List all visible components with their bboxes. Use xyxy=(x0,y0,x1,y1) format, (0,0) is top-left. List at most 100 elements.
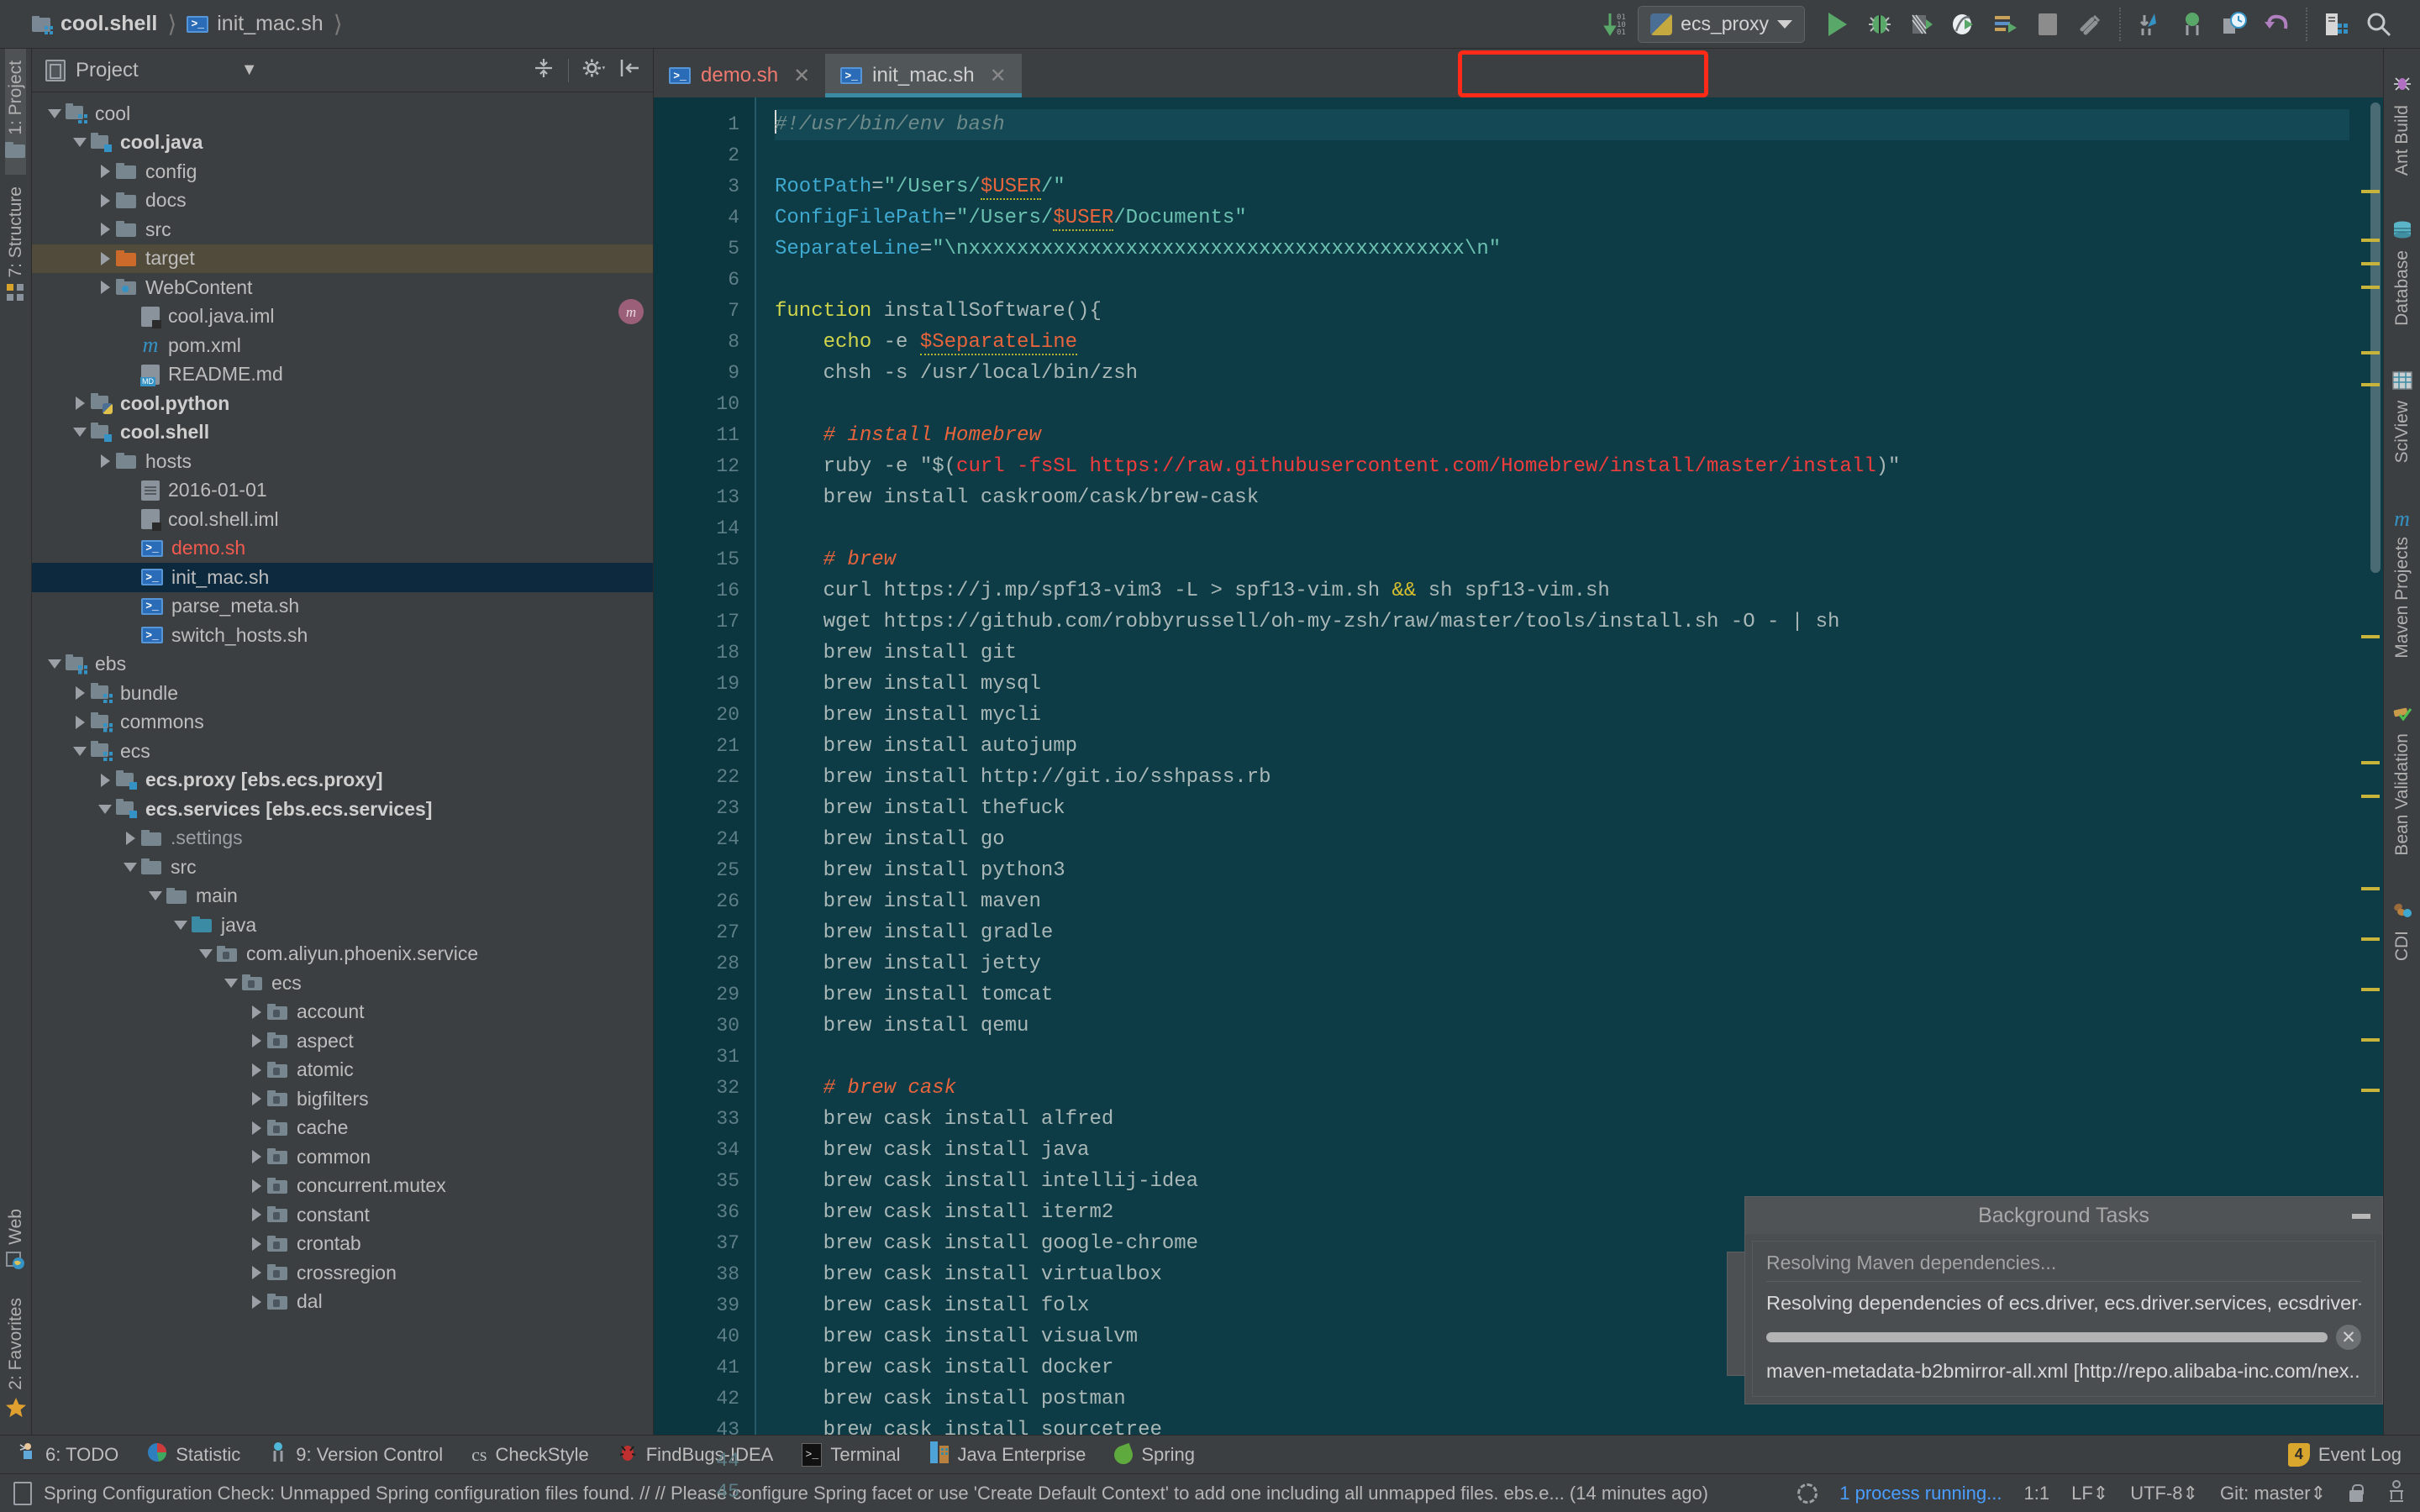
tree-twisty[interactable] xyxy=(245,1005,267,1019)
tree-twisty[interactable] xyxy=(245,1237,267,1251)
code-line[interactable] xyxy=(775,1042,2349,1073)
code-line[interactable]: SeparateLine="\nxxxxxxxxxxxxxxxxxxxxxxxx… xyxy=(775,234,2349,265)
tree-node[interactable]: README.md xyxy=(32,360,653,390)
close-icon[interactable]: ✕ xyxy=(793,64,810,88)
tree-twisty[interactable] xyxy=(245,1121,267,1135)
code-line[interactable]: brew install caskroom/cask/brew-cask xyxy=(775,482,2349,513)
tool-button-java-enterprise[interactable]: Java Enterprise xyxy=(929,1441,1086,1469)
code-line[interactable]: brew install python3 xyxy=(775,855,2349,886)
tree-twisty[interactable] xyxy=(69,747,91,756)
sidebar-item-project[interactable]: 1: Project xyxy=(5,49,26,175)
tree-node[interactable]: 2016-01-01 xyxy=(32,476,653,506)
code-line[interactable]: brew install go xyxy=(775,824,2349,855)
tree-node[interactable]: src xyxy=(32,853,653,882)
tree-twisty[interactable] xyxy=(220,979,242,988)
tree-twisty[interactable] xyxy=(245,1092,267,1105)
code-line[interactable] xyxy=(775,513,2349,544)
tree-node[interactable]: cool.python xyxy=(32,389,653,418)
sidebar-item-structure[interactable]: 7: Structure xyxy=(6,175,26,319)
code-line[interactable]: curl https://j.mp/spf13-vim3 -L > spf13-… xyxy=(775,575,2349,606)
tree-node[interactable]: ecs.proxy [ebs.ecs.proxy] xyxy=(32,766,653,795)
chevron-down-icon[interactable]: ▼ xyxy=(241,60,258,80)
code-line[interactable]: ConfigFilePath="/Users/$USER/Documents" xyxy=(775,202,2349,234)
tool-button-terminal[interactable]: >_ Terminal xyxy=(802,1443,900,1467)
code-line[interactable]: echo -e $SeparateLine xyxy=(775,327,2349,358)
code-line[interactable]: #!/usr/bin/env bash xyxy=(775,109,2349,140)
tree-twisty[interactable] xyxy=(245,1208,267,1221)
tree-node[interactable]: main xyxy=(32,882,653,911)
code-line[interactable]: brew install autojump xyxy=(775,731,2349,762)
tree-twisty[interactable] xyxy=(245,1034,267,1047)
tree-twisty[interactable] xyxy=(94,223,116,236)
tree-twisty[interactable] xyxy=(170,921,192,930)
read-only-lock-icon[interactable] xyxy=(2348,1483,2365,1504)
minimize-icon[interactable] xyxy=(2352,1214,2370,1219)
sidebar-item-bean-validation[interactable]: Bean Validation xyxy=(2392,692,2412,868)
tree-node[interactable]: cool xyxy=(32,99,653,129)
tree-node[interactable]: >_demo.sh xyxy=(32,534,653,564)
tool-button-spring[interactable]: Spring xyxy=(1114,1444,1195,1466)
tree-node[interactable]: target xyxy=(32,244,653,274)
close-icon[interactable]: ✕ xyxy=(990,64,1007,88)
tree-node[interactable]: ebs xyxy=(32,650,653,680)
tool-button-checkstyle[interactable]: cs CheckStyle xyxy=(471,1444,589,1466)
code-line[interactable]: brew install gradle xyxy=(775,917,2349,948)
tree-twisty[interactable] xyxy=(145,891,166,900)
tree-node[interactable]: common xyxy=(32,1142,653,1172)
tree-node[interactable]: src xyxy=(32,215,653,244)
code-line[interactable]: # install Homebrew xyxy=(775,420,2349,451)
code-line[interactable]: brew cask install alfred xyxy=(775,1104,2349,1135)
function-marker-icon[interactable]: m xyxy=(618,299,644,324)
code-line[interactable]: brew install mysql xyxy=(775,669,2349,700)
tree-node[interactable]: >_init_mac.sh xyxy=(32,563,653,592)
background-tasks-panel[interactable]: Background Tasks Resolving Maven depende… xyxy=(1744,1196,2383,1404)
code-line[interactable]: brew install thefuck xyxy=(775,793,2349,824)
code-editor[interactable]: 123456m789101112131415161718192021222324… xyxy=(654,97,2383,1435)
sidebar-item-favorites[interactable]: 2: Favorites xyxy=(5,1286,27,1435)
tree-twisty[interactable] xyxy=(44,109,66,118)
tree-node[interactable]: crontab xyxy=(32,1230,653,1259)
tree-node[interactable]: java xyxy=(32,911,653,940)
tree-node[interactable]: cache xyxy=(32,1114,653,1143)
tool-button-todo[interactable]: 6: TODO xyxy=(18,1441,118,1468)
tree-twisty[interactable] xyxy=(94,454,116,468)
code-line[interactable]: brew install maven xyxy=(775,886,2349,917)
tree-node[interactable]: commons xyxy=(32,708,653,738)
breadcrumb-item-module[interactable]: cool.shell xyxy=(32,12,157,36)
code-line[interactable]: RootPath="/Users/$USER/" xyxy=(775,171,2349,202)
tree-twisty[interactable] xyxy=(69,396,91,410)
tree-node[interactable]: cool.shell xyxy=(32,418,653,448)
code-line[interactable]: # brew cask xyxy=(775,1073,2349,1104)
caret-position[interactable]: 1:1 xyxy=(2024,1483,2050,1504)
tree-node[interactable]: bigfilters xyxy=(32,1084,653,1114)
tree-node[interactable]: ecs xyxy=(32,737,653,766)
tree-twisty[interactable] xyxy=(94,165,116,178)
code-line[interactable]: brew install git xyxy=(775,638,2349,669)
tree-node[interactable]: WebContent xyxy=(32,273,653,302)
tree-node[interactable]: cool.java xyxy=(32,129,653,158)
tree-node[interactable]: ecs.services [ebs.ecs.services] xyxy=(32,795,653,824)
run-with-console-icon[interactable] xyxy=(1985,4,2027,45)
hide-panel-icon[interactable] xyxy=(619,57,641,83)
collapse-all-icon[interactable] xyxy=(533,57,555,83)
running-process-link[interactable]: 1 process running... xyxy=(1839,1483,2002,1504)
code-line[interactable]: brew cask install sourcetree xyxy=(775,1415,2349,1435)
code-line[interactable]: brew install tomcat xyxy=(775,979,2349,1011)
profile-icon[interactable] xyxy=(1943,4,1985,45)
run-icon[interactable] xyxy=(1817,4,1859,45)
branch-selector[interactable]: Git: master⇕ xyxy=(2220,1483,2326,1504)
inspection-level-icon[interactable] xyxy=(2386,1479,2407,1508)
line-separator-selector[interactable]: LF⇕ xyxy=(2071,1483,2108,1504)
code-line[interactable]: wget https://github.com/robbyrussell/oh-… xyxy=(775,606,2349,638)
code-line[interactable] xyxy=(775,265,2349,296)
tree-node[interactable]: bundle xyxy=(32,679,653,708)
breadcrumb-item-file[interactable]: >_ init_mac.sh xyxy=(187,12,323,36)
code-line[interactable]: # brew xyxy=(775,544,2349,575)
attach-debugger-icon[interactable] xyxy=(2069,4,2111,45)
code-line[interactable]: chsh -s /usr/local/bin/zsh xyxy=(775,358,2349,389)
tree-node[interactable]: hosts xyxy=(32,447,653,476)
tree-node[interactable]: com.aliyun.phoenix.service xyxy=(32,940,653,969)
debug-icon[interactable] xyxy=(1859,4,1901,45)
code-line[interactable]: brew install http://git.io/sshpass.rb xyxy=(775,762,2349,793)
vcs-rollback-icon[interactable] xyxy=(2255,4,2297,45)
